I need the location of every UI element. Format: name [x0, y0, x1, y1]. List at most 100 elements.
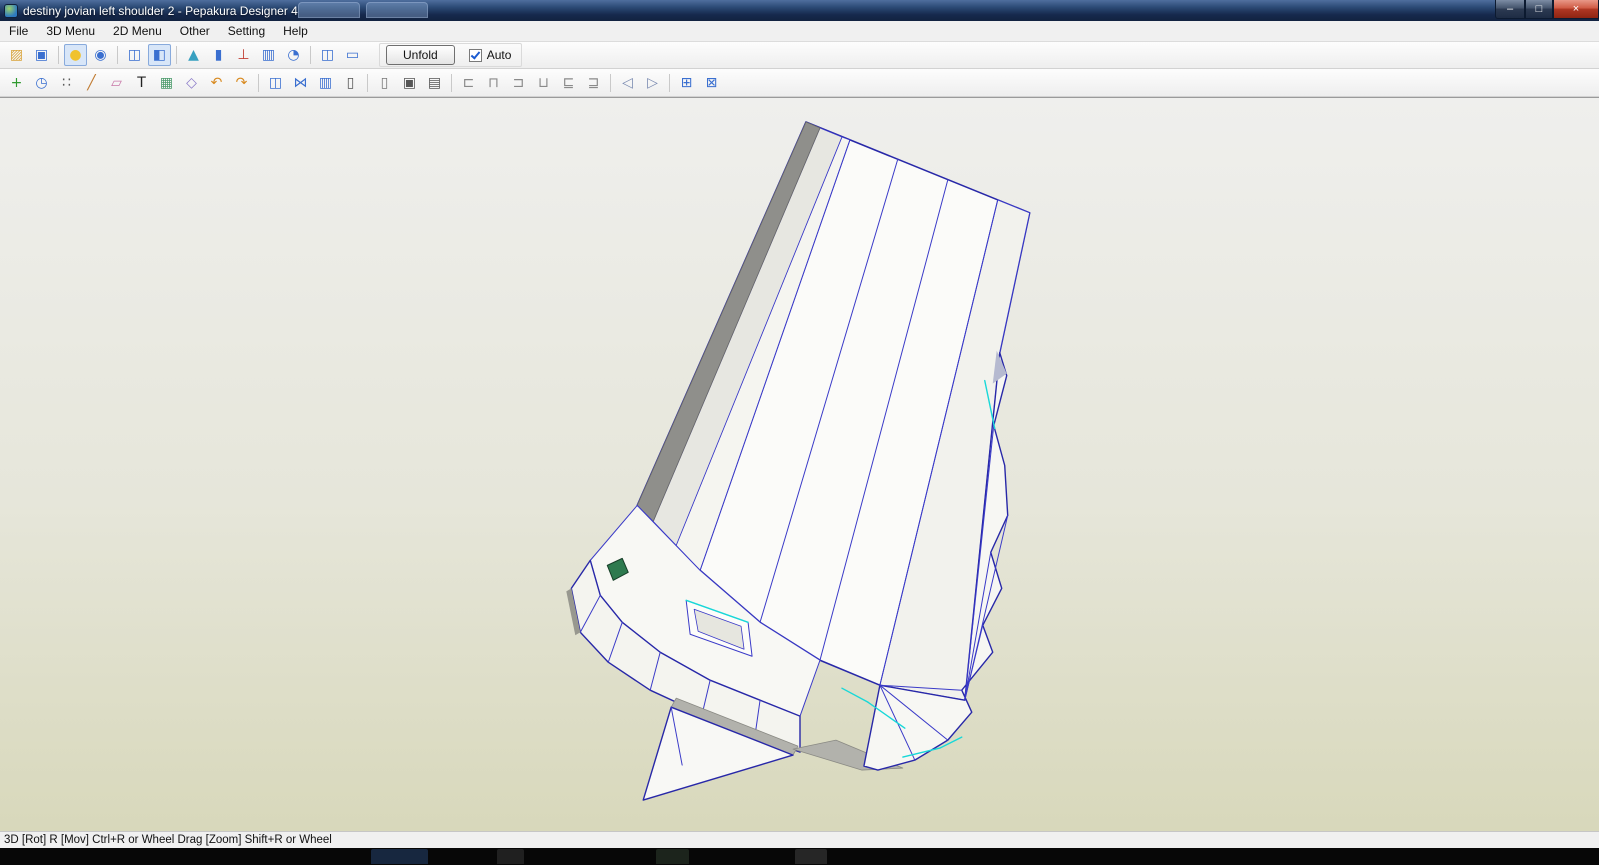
- rotate-view-button[interactable]: ◉: [89, 44, 112, 66]
- close-button[interactable]: ×: [1553, 0, 1599, 19]
- cylinder-primitive-button[interactable]: ▮: [207, 44, 230, 66]
- layout-2d-window-icon: ▭: [345, 47, 360, 63]
- status-text: 3D [Rot] R [Mov] Ctrl+R or Wheel Drag [Z…: [4, 834, 332, 846]
- toolbar-separator: [176, 46, 177, 64]
- align-left-icon: ⊏: [462, 74, 475, 91]
- book-view-button[interactable]: ◫: [264, 72, 287, 94]
- layout-both-windows-icon: ◫: [320, 47, 335, 63]
- align-bottom-button[interactable]: ⊒: [582, 72, 605, 94]
- background-window-tab: [366, 2, 428, 18]
- redo-icon: ↷: [235, 74, 248, 91]
- select-box-button[interactable]: ◫: [123, 44, 146, 66]
- auto-checkbox-label: Auto: [486, 48, 512, 62]
- taskbar-item[interactable]: [497, 849, 524, 864]
- toolbar-2d: + ◷ ∷ ╱ ▱ T ▦ ◇ ↶ ↷ ◫ ⋈ ▥ ▯ ▯ ▣ ▤ ⊏ ⊓ ⊐ ⊔ ⊑ ⊒ ◁ ▷ ⊞ ⊠: [0, 69, 1599, 97]
- chart-button[interactable]: ▥: [314, 72, 337, 94]
- menu-file[interactable]: File: [0, 21, 37, 41]
- toolbar-separator: [669, 73, 670, 92]
- cone-primitive-button[interactable]: ▲: [182, 44, 205, 66]
- zoom-rotate-icon: ◔: [287, 47, 300, 63]
- undo-icon: ↶: [210, 74, 223, 91]
- menu-other[interactable]: Other: [171, 21, 219, 41]
- box-tool-button[interactable]: ◇: [180, 72, 203, 94]
- minimize-button[interactable]: –: [1495, 0, 1525, 19]
- save-button[interactable]: ▣: [30, 44, 53, 66]
- light-toggle-button[interactable]: ●: [64, 44, 87, 66]
- auto-checkbox[interactable]: [468, 48, 482, 62]
- align-top-button[interactable]: ⊔: [532, 72, 555, 94]
- measure-button[interactable]: ◷: [30, 72, 53, 94]
- toolbar-separator: [610, 73, 611, 92]
- title-bar[interactable]: destiny jovian left shoulder 2 - Pepakur…: [0, 0, 1599, 21]
- layout-both-windows-button[interactable]: ◫: [316, 44, 339, 66]
- unfold-group: Unfold Auto: [379, 43, 523, 67]
- taskbar-item[interactable]: [795, 849, 827, 864]
- align-middle-button[interactable]: ⊑: [557, 72, 580, 94]
- viewport-3d[interactable]: [0, 97, 1599, 831]
- capture-button[interactable]: ▣: [398, 72, 421, 94]
- align-middle-icon: ⊑: [562, 74, 575, 91]
- auto-checkbox-wrap: Auto: [468, 48, 512, 62]
- undo-button[interactable]: ↶: [205, 72, 228, 94]
- taskbar-item[interactable]: [371, 849, 428, 864]
- app-icon: [4, 3, 18, 18]
- text-tool-button[interactable]: T: [130, 72, 153, 94]
- book-view-icon: ◫: [268, 74, 283, 91]
- taskbar[interactable]: [0, 848, 1599, 865]
- snap-grid-button[interactable]: ∷: [55, 72, 78, 94]
- arrange-parts-icon: ⊞: [680, 74, 693, 91]
- snap-grid-icon: ∷: [62, 74, 71, 91]
- select-face-button[interactable]: ◧: [148, 44, 171, 66]
- save-icon: ▣: [34, 47, 49, 63]
- export-page-icon: ▯: [380, 74, 389, 91]
- menu-3d-menu[interactable]: 3D Menu: [37, 21, 104, 41]
- align-top-icon: ⊔: [538, 74, 549, 91]
- draw-line-button[interactable]: ╱: [80, 72, 103, 94]
- app-window: destiny jovian left shoulder 2 - Pepakur…: [0, 0, 1599, 865]
- align-right-button[interactable]: ⊐: [507, 72, 530, 94]
- menu-bar: File 3D Menu 2D Menu Other Setting Help: [0, 21, 1599, 42]
- taskbar-item[interactable]: [656, 849, 689, 864]
- box-tool-icon: ◇: [186, 74, 197, 91]
- pan-tool-icon: +: [10, 74, 23, 91]
- axis-button[interactable]: ⊥: [232, 44, 255, 66]
- arrange-all-icon: ⊠: [705, 74, 718, 91]
- toolbar-separator: [117, 46, 118, 64]
- cone-primitive-icon: ▲: [188, 47, 199, 63]
- align-center-h-button[interactable]: ⊓: [482, 72, 505, 94]
- image-insert-icon: ▦: [159, 74, 174, 91]
- print-button[interactable]: ▤: [423, 72, 446, 94]
- menu-setting[interactable]: Setting: [219, 21, 274, 41]
- flip-left-button[interactable]: ◁: [616, 72, 639, 94]
- texture-view-button[interactable]: ▥: [257, 44, 280, 66]
- layout-2d-window-button[interactable]: ▭: [341, 44, 364, 66]
- print-icon: ▤: [427, 74, 442, 91]
- zoom-rotate-button[interactable]: ◔: [282, 44, 305, 66]
- arrange-all-button[interactable]: ⊠: [700, 72, 723, 94]
- pattern-cut-button[interactable]: ⋈: [289, 72, 312, 94]
- toolbar-separator: [451, 73, 452, 92]
- menu-help[interactable]: Help: [274, 21, 317, 41]
- flip-right-icon: ▷: [647, 74, 658, 91]
- toolbar-separator: [258, 73, 259, 92]
- cylinder-primitive-icon: ▮: [214, 47, 223, 63]
- maximize-button[interactable]: □: [1525, 0, 1553, 19]
- open-file-button[interactable]: ▨: [5, 44, 28, 66]
- export-page-button[interactable]: ▯: [373, 72, 396, 94]
- toolbar-main-icons: ▨ ▣ ● ◉ ◫ ◧ ▲ ▮ ⊥ ▥ ◔ ◫ ▭: [4, 44, 365, 66]
- toolbar-separator: [310, 46, 311, 64]
- flip-right-button[interactable]: ▷: [641, 72, 664, 94]
- measure-icon: ◷: [35, 74, 48, 91]
- menu-2d-menu[interactable]: 2D Menu: [104, 21, 171, 41]
- arrange-parts-button[interactable]: ⊞: [675, 72, 698, 94]
- image-insert-button[interactable]: ▦: [155, 72, 178, 94]
- eraser-button[interactable]: ▱: [105, 72, 128, 94]
- align-left-button[interactable]: ⊏: [457, 72, 480, 94]
- page-setup-button[interactable]: ▯: [339, 72, 362, 94]
- chart-icon: ▥: [318, 74, 333, 91]
- redo-button[interactable]: ↷: [230, 72, 253, 94]
- model-svg: [566, 121, 1031, 801]
- select-face-icon: ◧: [152, 47, 167, 63]
- pan-tool-button[interactable]: +: [5, 72, 28, 94]
- unfold-button[interactable]: Unfold: [386, 45, 455, 65]
